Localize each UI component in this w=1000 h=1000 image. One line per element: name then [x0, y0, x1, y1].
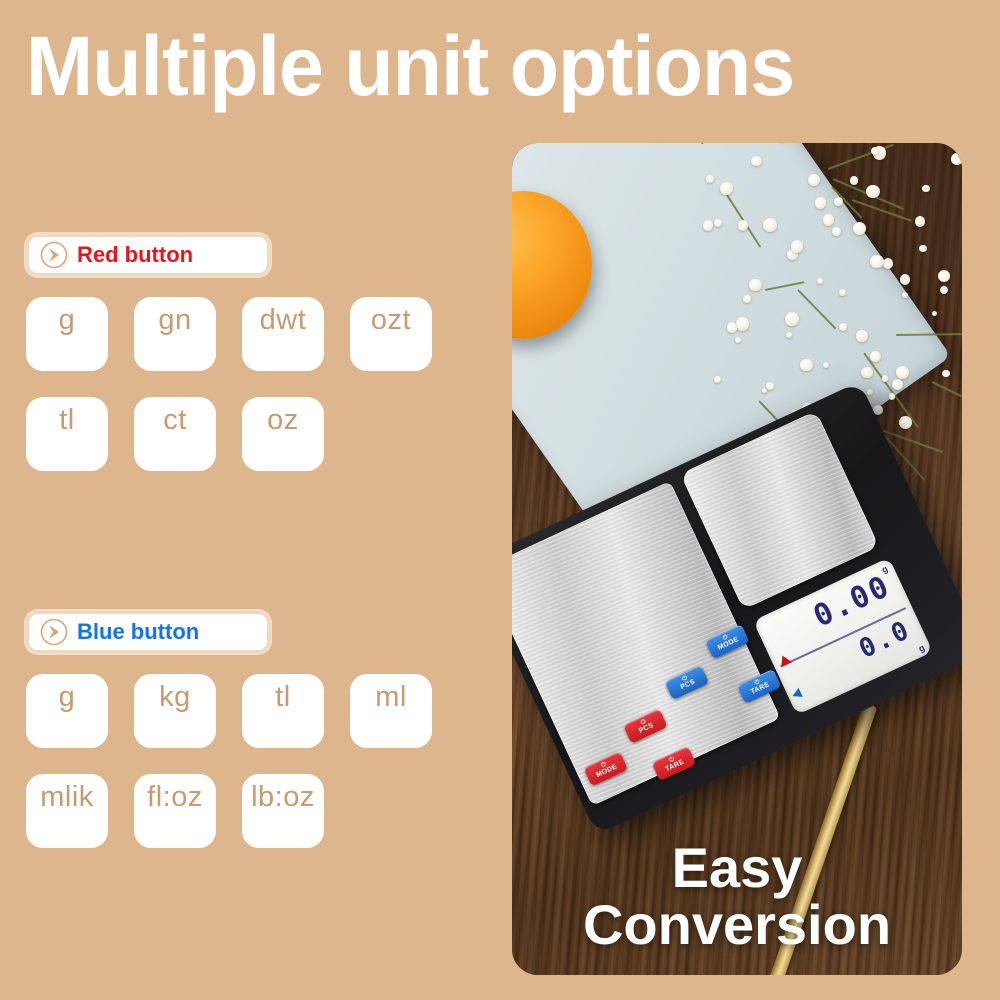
lcd-secondary-value: 0.0 — [854, 615, 916, 665]
flower-bloom — [734, 336, 742, 343]
flower-stem — [895, 333, 962, 337]
flower-bloom — [861, 366, 873, 379]
flower-bloom — [922, 184, 930, 193]
flower-bloom — [832, 227, 842, 237]
section-label-red: Red button — [77, 242, 194, 267]
flower-bloom — [800, 358, 814, 372]
flower-bloom — [881, 375, 889, 383]
unit-chip[interactable]: lb:oz — [242, 774, 324, 848]
chevron-right-circle-icon — [39, 240, 69, 270]
section-label-blue: Blue button — [77, 619, 200, 644]
flower-bloom — [888, 393, 896, 400]
lcd-secondary-unit: g — [916, 642, 927, 654]
flower-bloom — [763, 217, 778, 232]
unit-chip[interactable]: kg — [134, 674, 216, 748]
flower-bloom — [931, 310, 938, 316]
flower-bloom — [791, 240, 804, 253]
unit-chip[interactable]: gn — [134, 297, 216, 371]
unit-chip[interactable]: ozt — [350, 297, 432, 371]
caption-line-1: Easy — [671, 835, 803, 899]
flower-bloom — [807, 173, 820, 187]
flower-stem — [797, 289, 837, 330]
flower-bloom — [838, 323, 847, 332]
flower-bloom — [882, 258, 894, 269]
flower-bloom — [737, 220, 749, 231]
unit-chip[interactable]: oz — [242, 397, 324, 471]
infographic-page: Multiple unit options Red button g gn dw… — [0, 0, 1000, 1000]
flower-bloom — [951, 153, 962, 165]
flower-bloom — [891, 378, 903, 390]
section-header-blue-button: Blue button — [26, 611, 270, 653]
flower-bloom — [902, 291, 909, 299]
lcd-blue-indicator — [790, 687, 803, 701]
flower-bloom — [870, 254, 885, 269]
unit-chip-grid-red: g gn dwt ozt tl ct oz — [26, 297, 466, 497]
flower-bloom — [822, 214, 835, 226]
flower-bloom — [856, 330, 868, 342]
unit-chip[interactable]: fl:oz — [134, 774, 216, 848]
flower-bloom — [735, 317, 750, 331]
flower-bloom — [816, 277, 823, 284]
unit-chip[interactable]: g — [26, 674, 108, 748]
flower-bloom — [713, 375, 721, 383]
flower-bloom — [822, 361, 829, 368]
unit-chip[interactable]: ct — [134, 397, 216, 471]
flower-bloom — [940, 286, 949, 295]
flower-bloom — [726, 322, 738, 333]
caption-line-2: Conversion — [582, 892, 892, 956]
section-header-red-button: Red button — [26, 234, 270, 276]
unit-chip[interactable]: g — [26, 297, 108, 371]
flower-bloom — [853, 222, 867, 235]
flower-bloom — [914, 215, 926, 227]
flower-bloom — [870, 351, 881, 362]
unit-chip[interactable]: ml — [350, 674, 432, 748]
unit-chip-grid-blue: g kg tl ml mlik fl:oz lb:oz — [26, 674, 466, 874]
flower-stem — [701, 143, 723, 145]
flower-bloom — [814, 197, 827, 209]
product-photo: 0.00 g 0.0 g ⏻ MODE ⏻ PCS ⏻ TARE ⏻ PCS ⏻ MODE ⏻ TAR… — [512, 143, 962, 975]
unit-chip[interactable]: dwt — [242, 297, 324, 371]
flower-bloom — [713, 218, 722, 227]
unit-chip[interactable]: tl — [26, 397, 108, 471]
flower-bloom — [785, 331, 793, 339]
unit-chip-row: g gn dwt ozt — [26, 297, 466, 371]
flower-bloom — [839, 289, 847, 296]
unit-chip[interactable]: mlik — [26, 774, 108, 848]
flower-bloom — [919, 244, 927, 253]
unit-chip-row: mlik fl:oz lb:oz — [26, 774, 466, 848]
flower-bloom — [942, 369, 950, 378]
page-title: Multiple unit options — [26, 19, 795, 113]
flower-bloom — [751, 155, 762, 166]
flower-bloom — [720, 182, 734, 196]
flower-bloom — [849, 176, 859, 185]
flower-stem — [931, 380, 962, 424]
flower-bloom — [833, 196, 843, 206]
unit-chip-row: tl ct oz — [26, 397, 466, 471]
flower-stem — [851, 199, 912, 223]
flower-bloom — [938, 269, 950, 282]
flower-bloom — [785, 312, 799, 326]
flower-bloom — [743, 294, 751, 303]
flower-bloom — [749, 278, 762, 292]
flower-bloom — [866, 389, 873, 395]
unit-chip-row: g kg tl ml — [26, 674, 466, 748]
flower-bloom — [896, 366, 910, 380]
photo-caption: Easy Conversion — [512, 839, 962, 953]
flower-bloom — [765, 382, 774, 390]
flower-bloom — [898, 416, 912, 430]
unit-chip[interactable]: tl — [242, 674, 324, 748]
lcd-red-indicator — [776, 653, 793, 668]
flower-bloom — [899, 273, 911, 285]
flower-bloom — [706, 175, 714, 183]
flower-bloom — [702, 219, 714, 231]
chevron-right-circle-icon — [39, 617, 69, 647]
